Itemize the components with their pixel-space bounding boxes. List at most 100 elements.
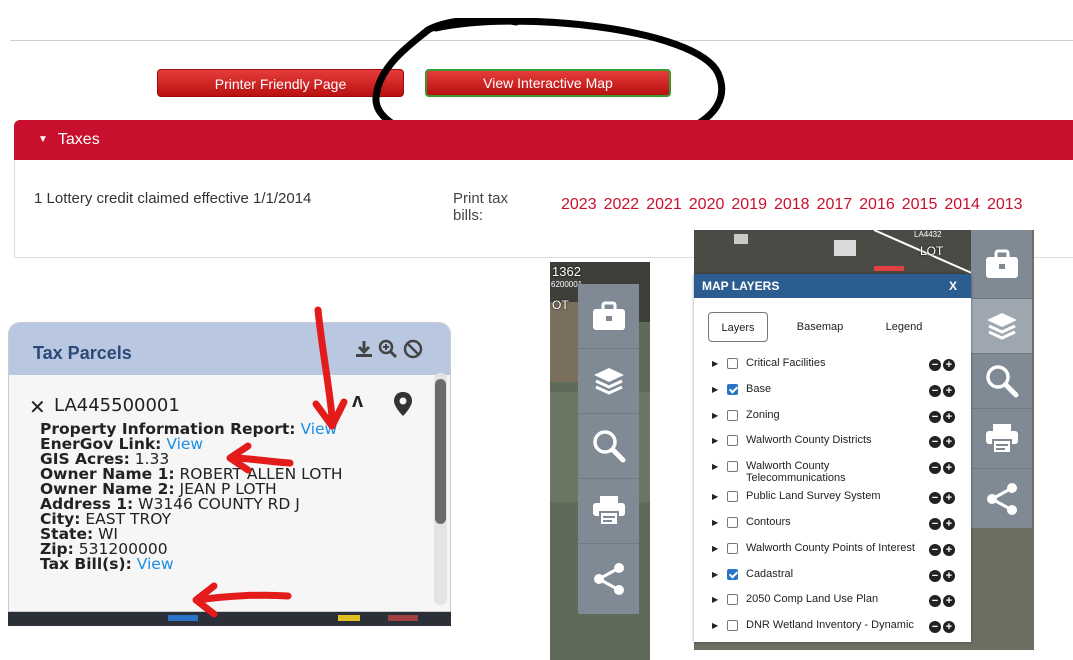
layers-icon[interactable] bbox=[971, 299, 1032, 354]
plus-icon[interactable]: + bbox=[943, 384, 955, 397]
layer-name: DNR Wetland Inventory - Dynamic bbox=[746, 619, 914, 632]
minus-icon[interactable]: − bbox=[929, 621, 941, 634]
tax-bill-year-link[interactable]: 2018 bbox=[774, 196, 810, 213]
opacity-controls: − + bbox=[927, 384, 957, 397]
map-layers-panel: MAP LAYERS X Layers Basemap Legend ▶ Crit… bbox=[694, 274, 971, 642]
layer-row: ▶ Base − + bbox=[694, 378, 971, 404]
tax-bill-year-link[interactable]: 2015 bbox=[902, 196, 938, 213]
view-interactive-map-button[interactable]: View Interactive Map bbox=[425, 69, 671, 97]
layer-checkbox[interactable] bbox=[727, 383, 738, 395]
tax-bill-year-link[interactable]: 2013 bbox=[987, 196, 1023, 213]
expand-arrow-icon[interactable]: ▶ bbox=[712, 595, 718, 604]
layers-icon[interactable] bbox=[578, 349, 639, 414]
opacity-controls: − + bbox=[927, 462, 957, 475]
minus-icon[interactable]: − bbox=[929, 359, 941, 371]
layer-checkbox[interactable] bbox=[727, 491, 738, 503]
layer-name: Base bbox=[746, 382, 772, 395]
minus-icon[interactable]: − bbox=[929, 492, 941, 505]
toolbox-icon[interactable] bbox=[971, 230, 1032, 299]
map-toolbar bbox=[578, 284, 639, 614]
layer-name: Public Land Survey System bbox=[746, 490, 881, 503]
toolbox-icon[interactable] bbox=[578, 284, 639, 349]
expand-arrow-icon[interactable]: ▶ bbox=[712, 436, 718, 445]
minus-icon[interactable]: − bbox=[929, 595, 941, 608]
plus-icon[interactable]: + bbox=[943, 621, 955, 634]
plus-icon[interactable]: + bbox=[943, 517, 955, 530]
layer-row: ▶ Contours − + bbox=[694, 511, 971, 537]
expand-arrow-icon[interactable]: ▶ bbox=[712, 570, 718, 579]
expand-arrow-icon[interactable]: ▶ bbox=[712, 544, 718, 553]
expand-arrow-icon[interactable]: ▶ bbox=[712, 492, 718, 501]
tax-bill-year-link[interactable]: 2017 bbox=[817, 196, 853, 213]
tab-layers[interactable]: Layers bbox=[708, 312, 768, 342]
opacity-controls: − + bbox=[927, 517, 957, 530]
opacity-controls: − + bbox=[927, 410, 957, 423]
minus-icon[interactable]: − bbox=[929, 569, 941, 582]
layer-checkbox[interactable] bbox=[727, 594, 738, 606]
expand-arrow-icon[interactable]: ▶ bbox=[712, 385, 718, 394]
layer-row: ▶ Zoning − + bbox=[694, 404, 971, 430]
plus-icon[interactable]: + bbox=[943, 543, 955, 556]
map-label-1362: 1362 bbox=[552, 264, 581, 279]
layer-checkbox[interactable] bbox=[727, 620, 738, 632]
printer-friendly-button[interactable]: Printer Friendly Page bbox=[157, 69, 404, 97]
expand-arrow-icon[interactable]: ▶ bbox=[712, 359, 718, 368]
layer-row: ▶ Walworth County Points of Interest − + bbox=[694, 537, 971, 563]
plus-icon[interactable]: + bbox=[943, 410, 955, 423]
close-icon[interactable]: X bbox=[949, 274, 957, 298]
layer-row: ▶ DNR Wetland Inventory - Dynamic − + bbox=[694, 614, 971, 640]
minus-icon[interactable]: − bbox=[929, 410, 941, 423]
tax-bill-year-link[interactable]: 2021 bbox=[646, 196, 682, 213]
tax-bill-year-link[interactable]: 2016 bbox=[859, 196, 895, 213]
layer-checkbox[interactable] bbox=[727, 516, 738, 528]
expand-arrow-icon[interactable]: ▶ bbox=[712, 518, 718, 527]
layer-checkbox[interactable] bbox=[727, 568, 738, 580]
layer-checkbox[interactable] bbox=[727, 358, 738, 369]
print-icon[interactable] bbox=[971, 409, 1032, 469]
tax-bill-year-link[interactable]: 2014 bbox=[944, 196, 980, 213]
tax-bill-year-link[interactable]: 2020 bbox=[689, 196, 725, 213]
share-icon[interactable] bbox=[578, 544, 639, 614]
plus-icon[interactable]: + bbox=[943, 462, 955, 475]
share-icon[interactable] bbox=[971, 469, 1032, 528]
expand-arrow-icon[interactable]: ▶ bbox=[712, 621, 718, 630]
expand-arrow-icon[interactable]: ▶ bbox=[712, 462, 718, 471]
plus-icon[interactable]: + bbox=[943, 569, 955, 582]
layer-checkbox[interactable] bbox=[727, 409, 738, 421]
print-tax-bills-label: Print tax bills: bbox=[453, 190, 509, 224]
plus-icon[interactable]: + bbox=[943, 359, 955, 371]
plus-icon[interactable]: + bbox=[943, 436, 955, 449]
layer-row: ▶ Walworth County Telecommunications − + bbox=[694, 455, 971, 485]
expand-arrow-icon[interactable]: ▶ bbox=[712, 411, 718, 420]
layer-checkbox[interactable] bbox=[727, 542, 738, 554]
opacity-controls: − + bbox=[927, 436, 957, 449]
map-label-ot: OT bbox=[552, 298, 569, 312]
minus-icon[interactable]: − bbox=[929, 517, 941, 530]
layer-checkbox[interactable] bbox=[727, 435, 738, 447]
map-layers-title: MAP LAYERS bbox=[702, 279, 780, 293]
plus-icon[interactable]: + bbox=[943, 595, 955, 608]
map-view-strip[interactable]: 1362 6200001 OT bbox=[550, 262, 650, 660]
tax-bill-year-link[interactable]: 2022 bbox=[604, 196, 640, 213]
tab-legend[interactable]: Legend bbox=[874, 312, 934, 342]
layer-checkbox[interactable] bbox=[727, 461, 738, 473]
print-icon[interactable] bbox=[578, 479, 639, 544]
tax-bill-year-link[interactable]: 2023 bbox=[561, 196, 597, 213]
layer-row: ▶ Critical Facilities − + bbox=[694, 352, 971, 378]
search-icon[interactable] bbox=[971, 354, 1032, 409]
layer-name: Critical Facilities bbox=[746, 357, 826, 369]
search-icon[interactable] bbox=[578, 414, 639, 479]
layer-name: Cadastral bbox=[746, 567, 794, 580]
annotation-arrows bbox=[192, 306, 348, 618]
tab-basemap[interactable]: Basemap bbox=[790, 312, 850, 342]
tax-bill-year-link[interactable]: 2019 bbox=[731, 196, 767, 213]
minus-icon[interactable]: − bbox=[929, 384, 941, 397]
minus-icon[interactable]: − bbox=[929, 543, 941, 556]
minus-icon[interactable]: − bbox=[929, 462, 941, 475]
layer-name: Walworth County Points of Interest bbox=[746, 541, 915, 554]
taxes-section-header[interactable]: ▼ Taxes bbox=[14, 120, 1073, 160]
minus-icon[interactable]: − bbox=[929, 436, 941, 449]
caret-down-icon: ▼ bbox=[38, 134, 48, 145]
opacity-controls: − + bbox=[927, 569, 957, 582]
plus-icon[interactable]: + bbox=[943, 492, 955, 505]
